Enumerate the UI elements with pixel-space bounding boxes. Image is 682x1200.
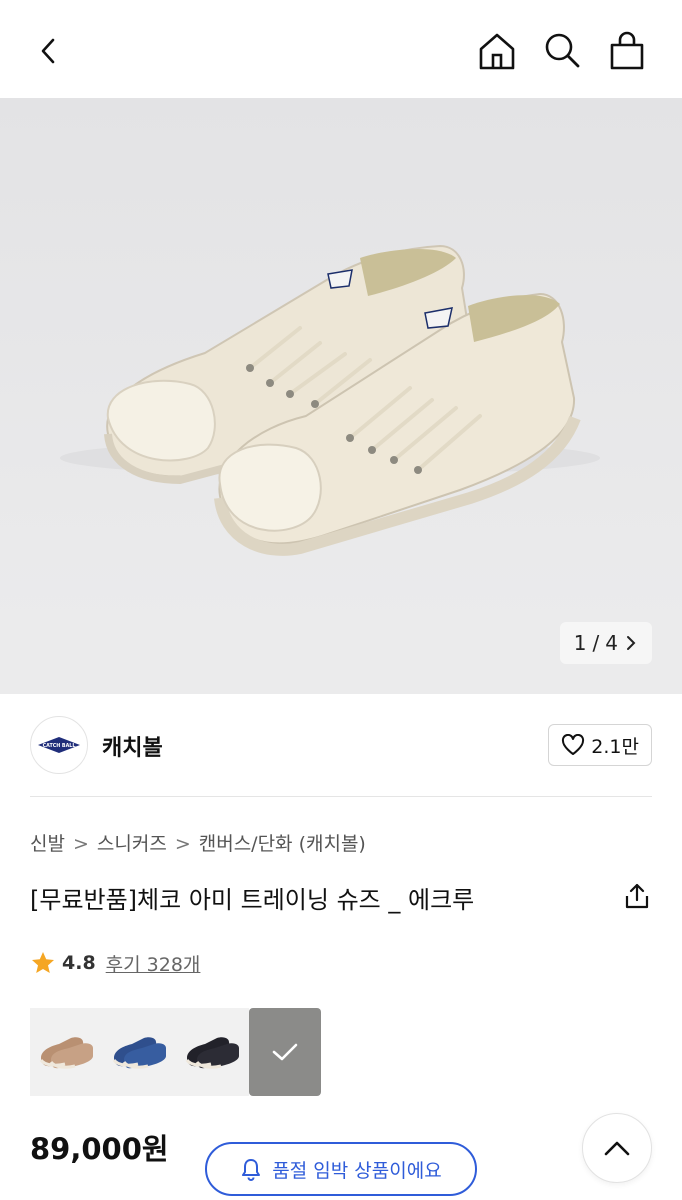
home-button[interactable]	[472, 26, 522, 76]
back-arrow-icon	[41, 38, 55, 64]
product-title-row: [무료반품]체코 아미 트레이닝 슈즈 _ 에크루	[30, 876, 652, 916]
gallery-pager[interactable]: 1 / 4	[559, 622, 652, 664]
product-shoe-image	[0, 98, 682, 694]
breadcrumb-item-category[interactable]: 신발	[30, 833, 65, 855]
svg-text:CATCH BALL: CATCH BALL	[43, 743, 76, 749]
shoe-thumbnail-icon	[112, 1037, 166, 1069]
home-icon	[479, 33, 515, 70]
low-stock-notice-button[interactable]: 품절 임박 상품이에요	[205, 1142, 477, 1196]
brand-row: CATCH BALL 캐치볼 2.1만	[30, 716, 652, 774]
chevron-right-icon	[627, 636, 636, 650]
product-title: [무료반품]체코 아미 트레이닝 슈즈 _ 에크루	[30, 886, 475, 914]
swatch-ecru-selected[interactable]	[249, 1008, 321, 1096]
cart-button[interactable]	[602, 26, 652, 76]
pager-total: 4	[605, 631, 618, 655]
shoe-thumbnail-icon	[185, 1037, 239, 1069]
like-count: 2.1만	[591, 735, 639, 758]
color-swatches	[30, 1008, 321, 1096]
pager-current: 1	[573, 631, 587, 655]
product-price: 89,000원	[30, 1132, 169, 1166]
section-divider	[30, 796, 652, 797]
top-navigation-bar	[0, 0, 682, 98]
low-stock-notice-label: 품절 임박 상품이에요	[272, 1159, 442, 1182]
search-button[interactable]	[537, 26, 587, 76]
scroll-to-top-button[interactable]	[582, 1113, 652, 1183]
chevron-up-icon	[604, 1141, 630, 1156]
swatch-brown[interactable]	[30, 1008, 103, 1096]
shoe-thumbnail-icon	[39, 1037, 93, 1069]
breadcrumb: 신발 > 스니커즈 > 캔버스/단화 (캐치볼)	[30, 829, 366, 856]
brand-logo[interactable]: CATCH BALL	[30, 716, 88, 774]
share-button[interactable]	[622, 880, 652, 912]
swatch-black[interactable]	[176, 1008, 249, 1096]
brand-logo-mark: CATCH BALL	[38, 737, 80, 753]
product-image-gallery[interactable]: 1 / 4	[0, 98, 682, 694]
chevron-right-icon: >	[174, 833, 191, 855]
like-button[interactable]: 2.1만	[548, 724, 652, 766]
breadcrumb-item-type[interactable]: 캔버스/단화 (캐치볼)	[199, 833, 366, 855]
search-icon	[545, 33, 580, 68]
brand-name[interactable]: 캐치볼	[102, 730, 163, 762]
heart-icon	[562, 734, 585, 755]
rating-row: 4.8 후기 328개	[30, 948, 200, 978]
breadcrumb-item-subcategory[interactable]: 스니커즈	[97, 833, 167, 855]
shopping-bag-icon	[610, 31, 644, 70]
bell-icon	[242, 1159, 261, 1181]
swatch-navy[interactable]	[103, 1008, 176, 1096]
back-button[interactable]	[24, 26, 74, 76]
star-icon	[32, 952, 54, 973]
rating-value: 4.8	[62, 952, 96, 974]
pager-separator: /	[592, 631, 600, 655]
chevron-right-icon: >	[72, 833, 89, 855]
checkmark-icon	[272, 1043, 298, 1061]
review-count-link[interactable]: 후기 328개	[106, 950, 201, 977]
share-icon	[625, 883, 649, 909]
